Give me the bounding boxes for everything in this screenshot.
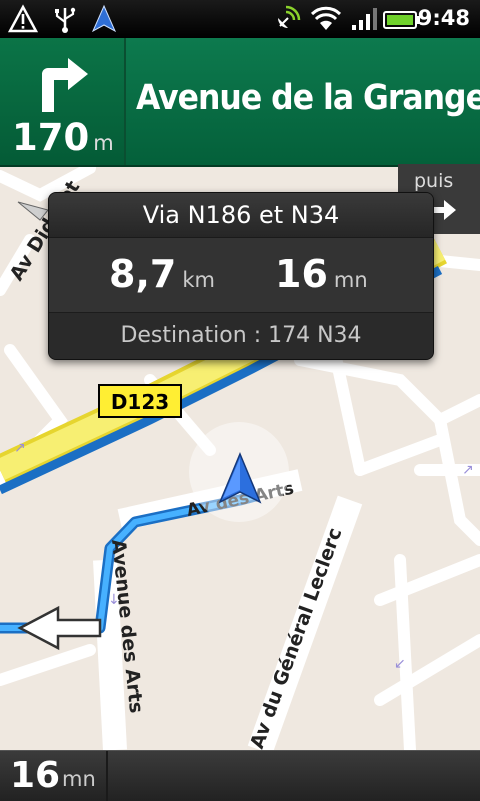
road-badge: D123 — [98, 384, 182, 418]
next-step-label: puis — [414, 170, 454, 192]
route-stats: 8,7 km 16 mn — [49, 238, 433, 313]
battery-icon — [383, 11, 420, 29]
remaining-time-value: 16 — [275, 252, 328, 296]
turn-right-icon — [42, 58, 88, 112]
next-street-name: Avenue de la Grange — [136, 78, 480, 118]
warning-icon — [8, 4, 38, 33]
bottom-time-value: 16 — [10, 755, 61, 796]
distance-to-turn: 170 m — [12, 116, 114, 159]
clock: 9:48 — [417, 6, 470, 30]
remaining-time-button[interactable]: 16 mn — [0, 751, 108, 801]
usb-icon — [55, 7, 76, 33]
road-badge-label: D123 — [111, 390, 169, 414]
distance-unit: m — [93, 131, 114, 155]
remaining-distance-unit: km — [182, 268, 215, 292]
bottom-time-unit: mn — [62, 767, 96, 791]
turn-instruction[interactable]: 170 m — [0, 38, 126, 165]
route-via: Via N186 et N34 — [49, 193, 433, 238]
remaining-time-unit: mn — [333, 268, 368, 292]
remaining-time: 16 mn — [275, 252, 368, 296]
remaining-distance: 8,7 km — [109, 252, 215, 296]
wifi-icon — [310, 6, 342, 30]
signal-icon — [352, 8, 377, 30]
route-info-popup[interactable]: Via N186 et N34 8,7 km 16 mn Destination :… — [48, 192, 434, 360]
navigation-arrow-icon — [91, 4, 117, 33]
distance-value: 170 — [12, 116, 90, 159]
destination: Destination : 174 N34 — [49, 313, 433, 359]
remaining-distance-value: 8,7 — [109, 252, 177, 296]
navigation-header[interactable]: 170 m Avenue de la Grange — [0, 38, 480, 167]
one-way-arrow-icon: ↗ — [462, 462, 474, 478]
bottom-bar[interactable]: 16 mn — [0, 750, 480, 801]
one-way-arrow-icon: ↙ — [394, 656, 406, 672]
one-way-arrow-icon: ↗ — [14, 440, 26, 456]
status-bar: 9:48 — [0, 0, 480, 38]
gps-icon — [278, 5, 301, 28]
